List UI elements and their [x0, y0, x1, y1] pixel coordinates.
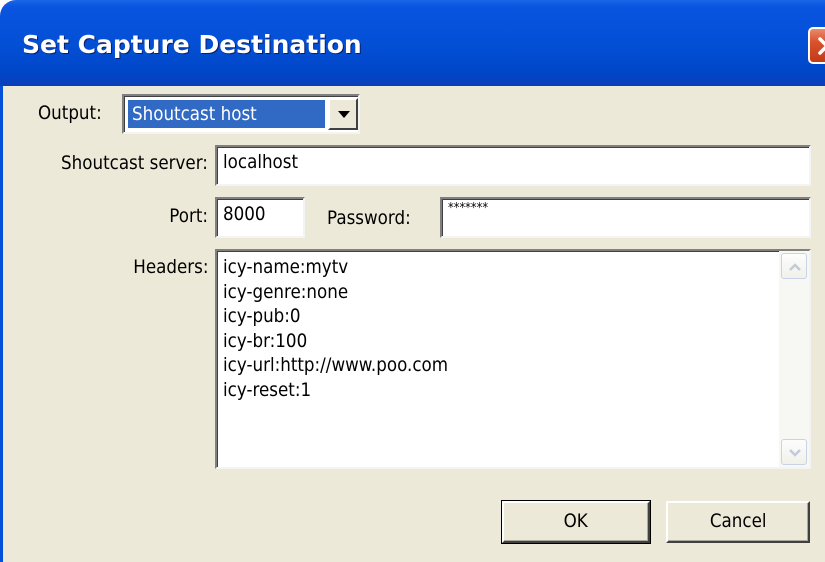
cancel-button[interactable]: Cancel: [666, 501, 810, 543]
scroll-up-button[interactable]: [781, 253, 807, 279]
header-line: icy-genre:none: [223, 280, 349, 303]
ok-button[interactable]: OK: [501, 500, 651, 544]
password-input[interactable]: *******: [440, 197, 811, 238]
dropdown-button[interactable]: [328, 98, 358, 130]
password-label: Password:: [327, 207, 411, 229]
headers-textarea[interactable]: icy-name:mytv icy-genre:none icy-pub:0 i…: [215, 249, 811, 469]
header-line: icy-name:mytv: [223, 256, 349, 278]
headers-label: Headers:: [132, 256, 208, 278]
port-input-value: 8000: [223, 203, 266, 225]
output-selected-value: Shoutcast host: [128, 100, 325, 128]
port-label: Port:: [169, 205, 208, 227]
password-input-value: *******: [448, 201, 489, 216]
chevron-up-icon: [789, 263, 801, 271]
chevron-down-icon: [789, 449, 801, 457]
server-input-value: localhost: [223, 151, 299, 173]
output-label: Output:: [38, 102, 102, 124]
port-input[interactable]: 8000: [215, 197, 305, 238]
title-bar: Set Capture Destination: [0, 0, 825, 86]
window-title: Set Capture Destination: [22, 30, 362, 59]
server-input[interactable]: localhost: [215, 145, 811, 186]
header-line: icy-url:http://www.poo.com: [223, 354, 449, 376]
chevron-down-icon: [338, 111, 350, 118]
header-line: icy-br:100: [223, 329, 308, 352]
output-select[interactable]: Shoutcast host: [122, 94, 360, 134]
close-button[interactable]: [808, 27, 825, 64]
vertical-scrollbar[interactable]: [779, 251, 809, 467]
server-label: Shoutcast server:: [61, 152, 208, 174]
scroll-down-button[interactable]: [781, 439, 807, 465]
headers-text: icy-name:mytv icy-genre:none icy-pub:0 i…: [223, 255, 448, 402]
header-line: icy-reset:1: [223, 378, 312, 401]
header-line: icy-pub:0: [223, 305, 301, 327]
close-icon: [818, 37, 825, 55]
